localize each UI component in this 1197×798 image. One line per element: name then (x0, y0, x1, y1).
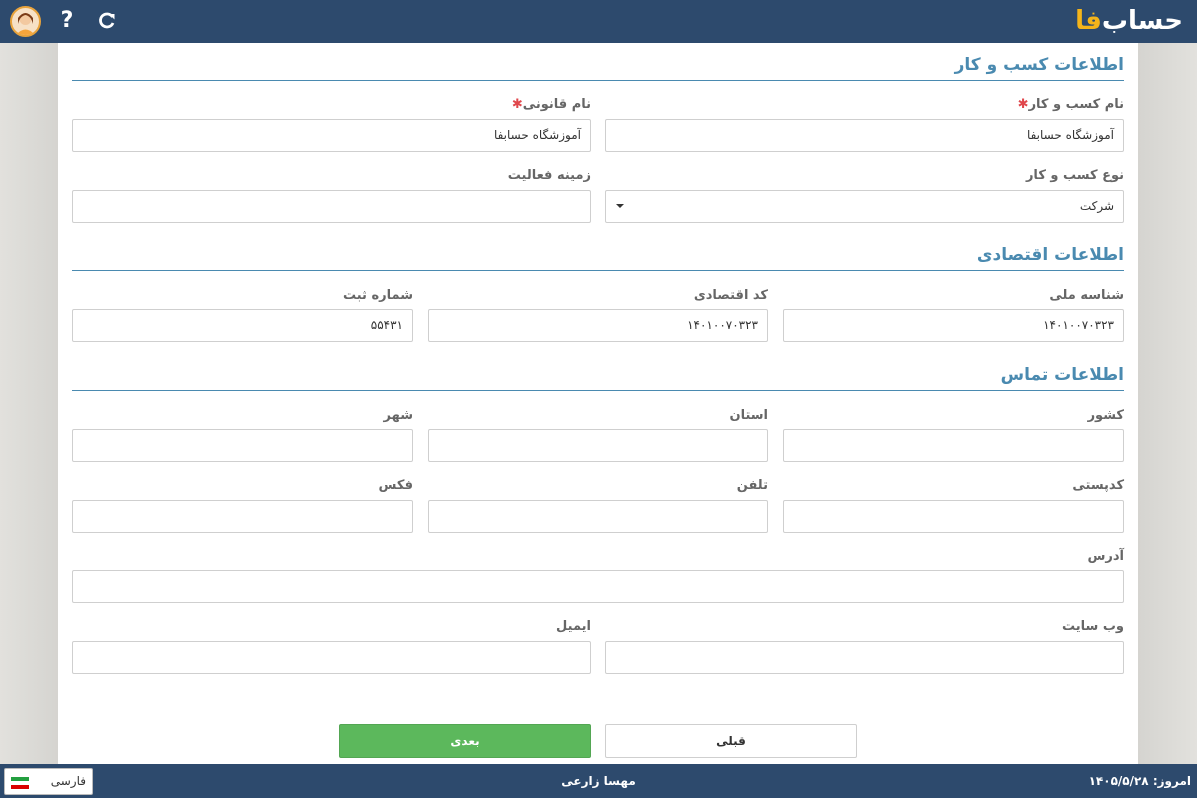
section-title-contact: اطلاعات تماس (72, 365, 1124, 391)
language-label: فارسی (50, 774, 86, 788)
province-label: استان (729, 408, 768, 423)
activity-field-label: زمینه فعالیت (507, 168, 591, 183)
city-label: شهر (383, 408, 413, 423)
email-input[interactable] (72, 641, 591, 674)
phone-input[interactable] (428, 500, 768, 533)
legal-name-input[interactable]: آموزشگاه حسابفا (72, 119, 591, 152)
national-id-input[interactable]: ۱۴۰۱۰۰۷۰۳۲۳ (783, 309, 1124, 342)
business-type-select[interactable]: شرکت (605, 190, 1124, 223)
business-name-label-text: نام کسب و کار (1028, 97, 1124, 112)
section-title-business: اطلاعات کسب و کار (72, 55, 1124, 81)
right-margin (1138, 43, 1197, 764)
business-name-input[interactable]: آموزشگاه حسابفا (605, 119, 1124, 152)
phone-label: تلفن (736, 478, 768, 493)
address-input[interactable] (72, 570, 1124, 603)
activity-field-input[interactable] (72, 190, 591, 223)
fax-label: فکس (378, 478, 413, 493)
user-avatar-icon[interactable] (10, 6, 41, 37)
language-select[interactable]: فارسی (4, 768, 93, 795)
fax-input[interactable] (72, 500, 413, 533)
left-margin (0, 43, 58, 764)
country-label: کشور (1087, 408, 1124, 423)
economic-code-input[interactable]: ۱۴۰۱۰۰۷۰۳۲۳ (428, 309, 768, 342)
business-name-label: نام کسب و کار✱ (1014, 96, 1124, 114)
refresh-icon[interactable] (96, 8, 118, 34)
status-bar: مهسا زارعی امروز: ۱۴۰۵/۵/۲۸ فارسی (0, 764, 1197, 798)
legal-name-label: نام قانونی✱ (508, 96, 591, 114)
address-label: آدرس (1087, 549, 1124, 564)
app-logo: حساب فا (1075, 3, 1183, 39)
postal-code-input[interactable] (783, 500, 1124, 533)
top-bar: حساب فا ? (0, 0, 1197, 43)
national-id-label: شناسه ملی (1049, 288, 1124, 303)
next-button[interactable]: بعدی (339, 724, 591, 758)
previous-button[interactable]: قبلی (605, 724, 857, 758)
province-input[interactable] (428, 429, 768, 462)
chevron-down-icon (616, 204, 624, 208)
required-icon: ✱ (1017, 97, 1029, 112)
country-input[interactable] (783, 429, 1124, 462)
website-label: وب سایت (1062, 619, 1124, 634)
logo-text: حساب (1101, 6, 1183, 36)
website-input[interactable] (605, 641, 1124, 674)
iran-flag-icon (11, 777, 29, 789)
question-icon[interactable]: ? (56, 6, 78, 36)
business-type-value: شرکت (1079, 199, 1114, 213)
logo-accent-text: فا (1075, 6, 1102, 36)
business-type-label: نوع کسب و کار (1025, 168, 1124, 183)
required-icon: ✱ (511, 97, 523, 112)
registration-number-input[interactable]: ۵۵۴۳۱ (72, 309, 413, 342)
economic-code-label: کد اقتصادی (693, 288, 768, 303)
legal-name-label-text: نام قانونی (522, 97, 591, 112)
postal-code-label: کدپستی (1072, 478, 1124, 493)
city-input[interactable] (72, 429, 413, 462)
today-date: امروز: ۱۴۰۵/۵/۲۸ (1088, 774, 1191, 788)
settings-form: اطلاعات کسب و کار نام کسب و کار✱ آموزشگا… (58, 43, 1138, 764)
email-label: ایمیل (556, 619, 591, 634)
current-user-name: مهسا زارعی (561, 774, 636, 788)
section-title-economic: اطلاعات اقتصادی (72, 245, 1124, 271)
registration-number-label: شماره ثبت (342, 288, 413, 303)
